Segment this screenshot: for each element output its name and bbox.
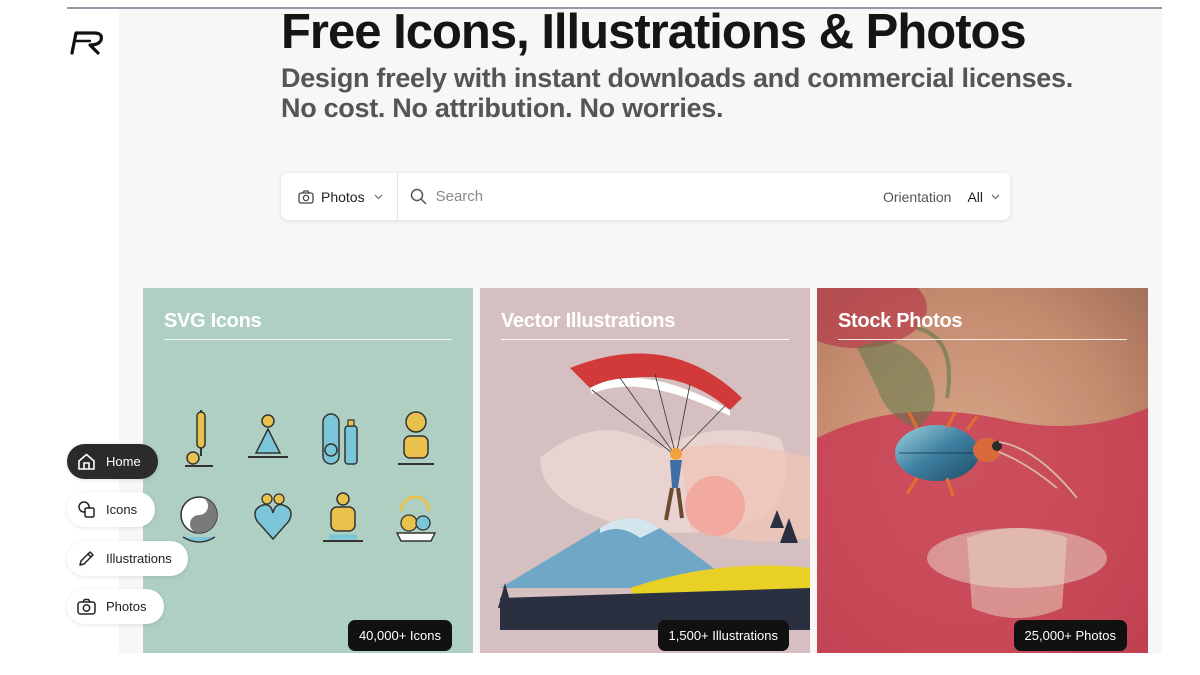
healthy-food-icon	[395, 495, 437, 542]
chevron-down-icon	[991, 194, 1000, 199]
search-field	[398, 173, 883, 220]
orientation-label: Orientation	[882, 188, 952, 205]
page-subtitle: Design freely with instant downloads and…	[281, 63, 1073, 123]
yoga-pose-icon	[185, 410, 213, 467]
beetle-photo	[817, 288, 1148, 653]
count-badge: 40,000+ Icons	[347, 620, 452, 651]
chevron-down-icon	[374, 194, 383, 199]
search-bar: Photos Orientation All	[281, 173, 1010, 220]
asset-type-select[interactable]: Photos	[281, 173, 398, 220]
subtitle-line-1: Design freely with instant downloads and…	[281, 63, 1073, 93]
nav-item-photos[interactable]: Photos	[67, 589, 164, 624]
search-icon	[410, 188, 426, 205]
nav-item-label: Photos	[106, 599, 147, 614]
page-title: Free Icons, Illustrations & Photos	[281, 5, 1027, 59]
svg-icons-card[interactable]: SVG Icons 40,000+ Icons	[143, 288, 473, 653]
pencil-icon	[79, 551, 94, 566]
card-title: Vector Illustrations	[501, 310, 676, 332]
monk-icon	[398, 411, 434, 465]
yoga-mat-icon	[322, 413, 358, 465]
vector-illustrations-card[interactable]: Vector Illustrations 1,500+ Illustration…	[480, 288, 810, 653]
count-badge: 1,500+ Illustrations	[657, 620, 789, 651]
subtitle-line-2: No cost. No attribution. No worries.	[281, 93, 724, 123]
card-divider	[838, 339, 1127, 340]
nav-item-label: Home	[106, 454, 141, 469]
camera-icon	[77, 598, 96, 615]
yin-yang-icon	[180, 496, 218, 543]
asset-type-label: Photos	[321, 188, 365, 205]
nav-item-label: Illustrations	[106, 551, 172, 566]
nav-item-label: Icons	[106, 502, 138, 517]
nav-item-illustrations[interactable]: Illustrations	[67, 541, 188, 576]
shapes-icon	[78, 501, 95, 518]
orientation-value: All	[967, 188, 983, 205]
nav-item-home[interactable]: Home	[67, 444, 158, 479]
count-badge: 25,000+ Photos	[1013, 620, 1127, 651]
heart-hands-icon	[254, 493, 292, 541]
orientation-filter[interactable]: Orientation All	[883, 173, 1010, 220]
card-title: Stock Photos	[838, 310, 963, 332]
icons-preview-art	[180, 410, 437, 543]
search-input[interactable]	[435, 188, 816, 205]
camera-icon	[298, 189, 314, 204]
meditation-icon	[248, 414, 288, 458]
card-divider	[164, 339, 452, 340]
paraglider-illustration	[498, 353, 810, 630]
nav-item-icons[interactable]: Icons	[67, 492, 155, 527]
home-icon	[78, 453, 95, 470]
yoga-person-icon	[323, 492, 363, 542]
site-logo[interactable]	[68, 27, 108, 59]
card-title: SVG Icons	[164, 310, 262, 332]
stock-photos-card[interactable]: Stock Photos 25,000+ Photos	[817, 288, 1148, 653]
card-divider	[501, 339, 789, 340]
